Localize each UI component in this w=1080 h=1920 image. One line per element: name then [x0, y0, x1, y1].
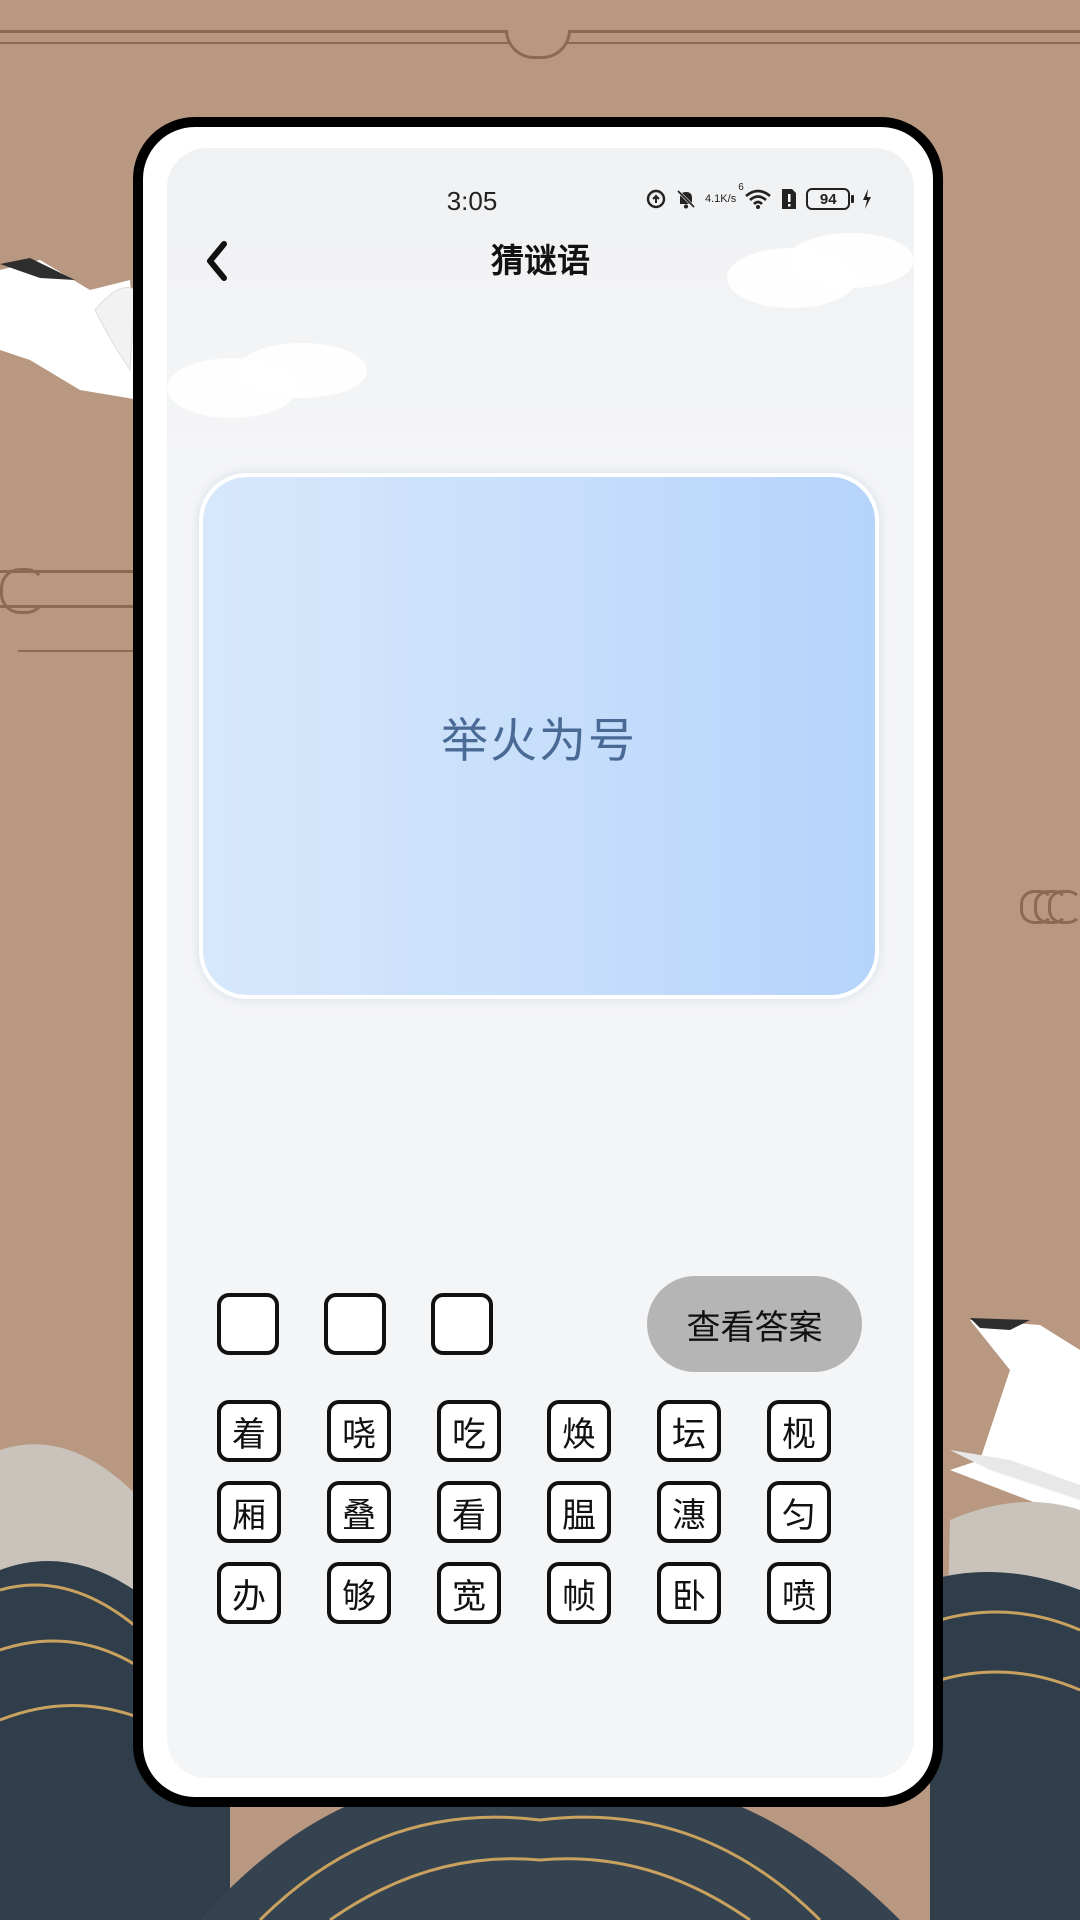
page-title: 猜谜语	[491, 241, 590, 280]
character-tile[interactable]: 喷	[767, 1562, 831, 1624]
character-tile[interactable]: 焕	[547, 1400, 611, 1462]
cloud-decoration	[237, 343, 367, 398]
character-tile[interactable]: 坛	[657, 1400, 721, 1462]
charging-icon	[862, 188, 872, 210]
character-tile[interactable]: 厢	[217, 1481, 281, 1543]
crane-illustration-left	[0, 258, 140, 400]
battery-icon: 94	[806, 188, 855, 210]
background-ornament	[1020, 890, 1080, 924]
answer-slot[interactable]	[431, 1293, 493, 1355]
character-tile[interactable]: 办	[217, 1562, 281, 1624]
net-speed: 4.1 K/s	[705, 192, 737, 205]
view-answer-button[interactable]: 查看答案	[647, 1276, 862, 1372]
character-tile[interactable]: 看	[437, 1481, 501, 1543]
character-tile[interactable]: 够	[327, 1562, 391, 1624]
character-tile[interactable]: 卧	[657, 1562, 721, 1624]
answer-slot[interactable]	[217, 1293, 279, 1355]
character-tile[interactable]: 帧	[547, 1562, 611, 1624]
character-tile[interactable]: 叠	[327, 1481, 391, 1543]
riddle-text: 举火为号	[441, 713, 637, 769]
character-tile[interactable]: 匀	[767, 1481, 831, 1543]
character-tile[interactable]: 腽	[547, 1481, 611, 1543]
background-ornament	[505, 30, 571, 59]
character-tile[interactable]: 着	[217, 1400, 281, 1462]
character-tile[interactable]: 哓	[327, 1400, 391, 1462]
character-tile[interactable]: 宽	[437, 1562, 501, 1624]
wifi-icon: 6	[738, 182, 772, 210]
data-saver-icon	[645, 188, 667, 210]
character-tile[interactable]: 潓	[657, 1481, 721, 1543]
sim-alert-icon	[780, 187, 798, 211]
background-ornament	[18, 650, 135, 652]
character-tile[interactable]: 枧	[767, 1400, 831, 1462]
mute-icon	[675, 188, 697, 210]
app-screen: 3:05 4.1 K/s 6 94 猜谜语 举火为号 查看答案 着 哓 吃 焕 …	[167, 148, 914, 1778]
riddle-card: 举火为号	[199, 473, 879, 999]
character-tile[interactable]: 吃	[437, 1400, 501, 1462]
answer-slot[interactable]	[324, 1293, 386, 1355]
status-icons: 4.1 K/s 6 94	[645, 182, 872, 214]
background-ornament	[0, 568, 46, 614]
status-time: 3:05	[446, 186, 498, 216]
